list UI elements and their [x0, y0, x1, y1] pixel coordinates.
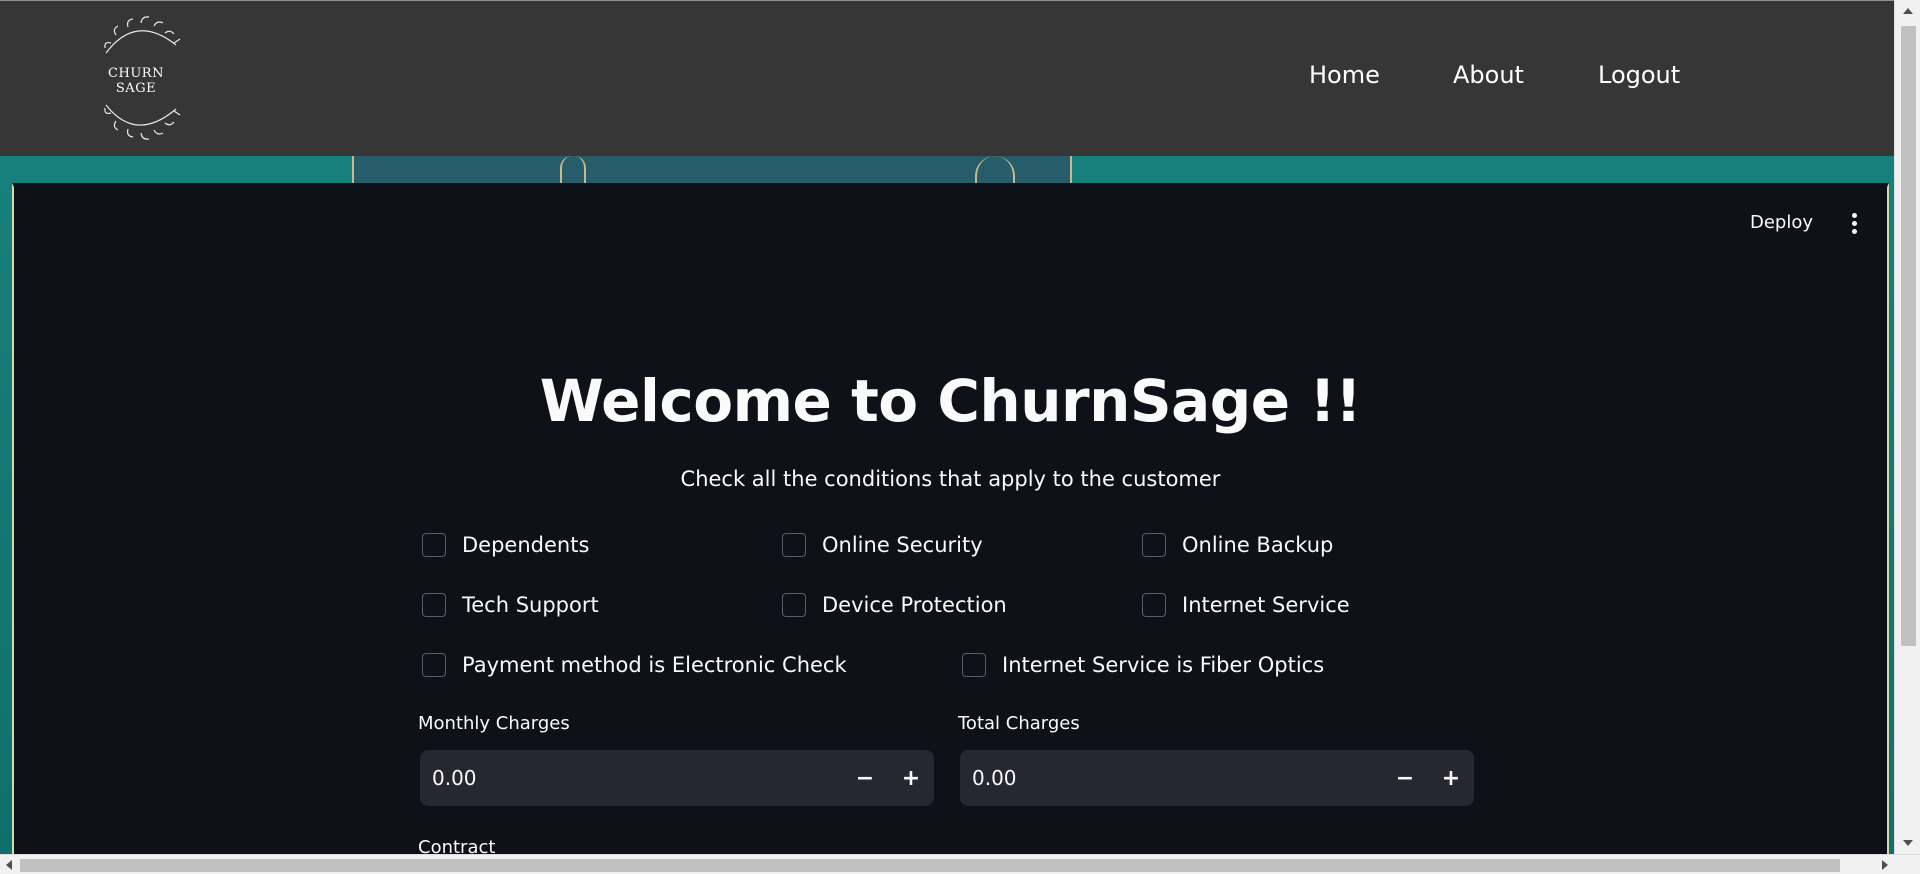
- total-charges-label: Total Charges: [958, 713, 1080, 734]
- scroll-left-arrow-icon[interactable]: [6, 860, 12, 870]
- checkbox-label: Device Protection: [822, 593, 1007, 617]
- total-charges-increment-button[interactable]: +: [1428, 750, 1474, 806]
- checkbox-box[interactable]: [422, 593, 446, 617]
- checkbox-box[interactable]: [782, 533, 806, 557]
- horizontal-scrollbar[interactable]: [0, 854, 1920, 874]
- checkbox-box[interactable]: [422, 653, 446, 677]
- main-menu-icon[interactable]: [1849, 213, 1859, 235]
- checkbox-label: Payment method is Electronic Check: [462, 653, 847, 677]
- checkbox-tech-support[interactable]: Tech Support: [422, 591, 599, 619]
- vertical-scrollbar[interactable]: [1894, 0, 1920, 854]
- top-navbar: CHURN SAGE Home About Logout: [0, 0, 1894, 156]
- checkbox-box[interactable]: [422, 533, 446, 557]
- scroll-right-arrow-icon[interactable]: [1882, 860, 1888, 870]
- monthly-charges-increment-button[interactable]: +: [888, 750, 934, 806]
- checkbox-box[interactable]: [782, 593, 806, 617]
- churn-sage-logo[interactable]: CHURN SAGE: [86, 13, 186, 143]
- checkbox-box[interactable]: [1142, 593, 1166, 617]
- deploy-button[interactable]: Deploy: [1750, 212, 1813, 233]
- checkbox-label: Internet Service: [1182, 593, 1350, 617]
- app-header-decoration: [14, 183, 1887, 187]
- checkbox-payment-electronic-check[interactable]: Payment method is Electronic Check: [422, 651, 847, 679]
- checkbox-box[interactable]: [962, 653, 986, 677]
- checkbox-label: Tech Support: [462, 593, 599, 617]
- monthly-charges-value[interactable]: [420, 765, 842, 791]
- scroll-down-arrow-icon[interactable]: [1903, 840, 1913, 846]
- monthly-charges-decrement-button[interactable]: −: [842, 750, 888, 806]
- total-charges-input[interactable]: − +: [960, 750, 1474, 806]
- background-object: [352, 156, 1072, 186]
- nav-home-link[interactable]: Home: [1309, 61, 1380, 89]
- checkbox-online-security[interactable]: Online Security: [782, 531, 983, 559]
- checkbox-internet-service[interactable]: Internet Service: [1142, 591, 1350, 619]
- checkbox-label: Dependents: [462, 533, 590, 557]
- total-charges-value[interactable]: [960, 765, 1382, 791]
- page-subtitle: Check all the conditions that apply to t…: [680, 467, 1221, 491]
- vertical-scrollbar-thumb[interactable]: [1901, 26, 1916, 646]
- monthly-charges-label: Monthly Charges: [418, 713, 570, 734]
- checkbox-dependents[interactable]: Dependents: [422, 531, 589, 559]
- checkbox-label: Online Security: [822, 533, 983, 557]
- checkbox-device-protection[interactable]: Device Protection: [782, 591, 1007, 619]
- nav-logout-link[interactable]: Logout: [1598, 61, 1680, 89]
- app-frame: Deploy Welcome to ChurnSage !! Check all…: [12, 183, 1889, 856]
- scroll-up-arrow-icon[interactable]: [1903, 8, 1913, 14]
- checkbox-label: Online Backup: [1182, 533, 1334, 557]
- checkbox-box[interactable]: [1142, 533, 1166, 557]
- background-object: [560, 156, 586, 186]
- nav-about-link[interactable]: About: [1453, 61, 1524, 89]
- page-title: Welcome to ChurnSage !!: [539, 367, 1362, 435]
- checkbox-fiber-optics[interactable]: Internet Service is Fiber Optics: [962, 651, 1324, 679]
- checkbox-online-backup[interactable]: Online Backup: [1142, 531, 1333, 559]
- total-charges-decrement-button[interactable]: −: [1382, 750, 1428, 806]
- logo-text: CHURN SAGE: [108, 66, 164, 96]
- monthly-charges-input[interactable]: − +: [420, 750, 934, 806]
- checkbox-label: Internet Service is Fiber Optics: [1002, 653, 1325, 677]
- horizontal-scrollbar-thumb[interactable]: [20, 859, 1840, 872]
